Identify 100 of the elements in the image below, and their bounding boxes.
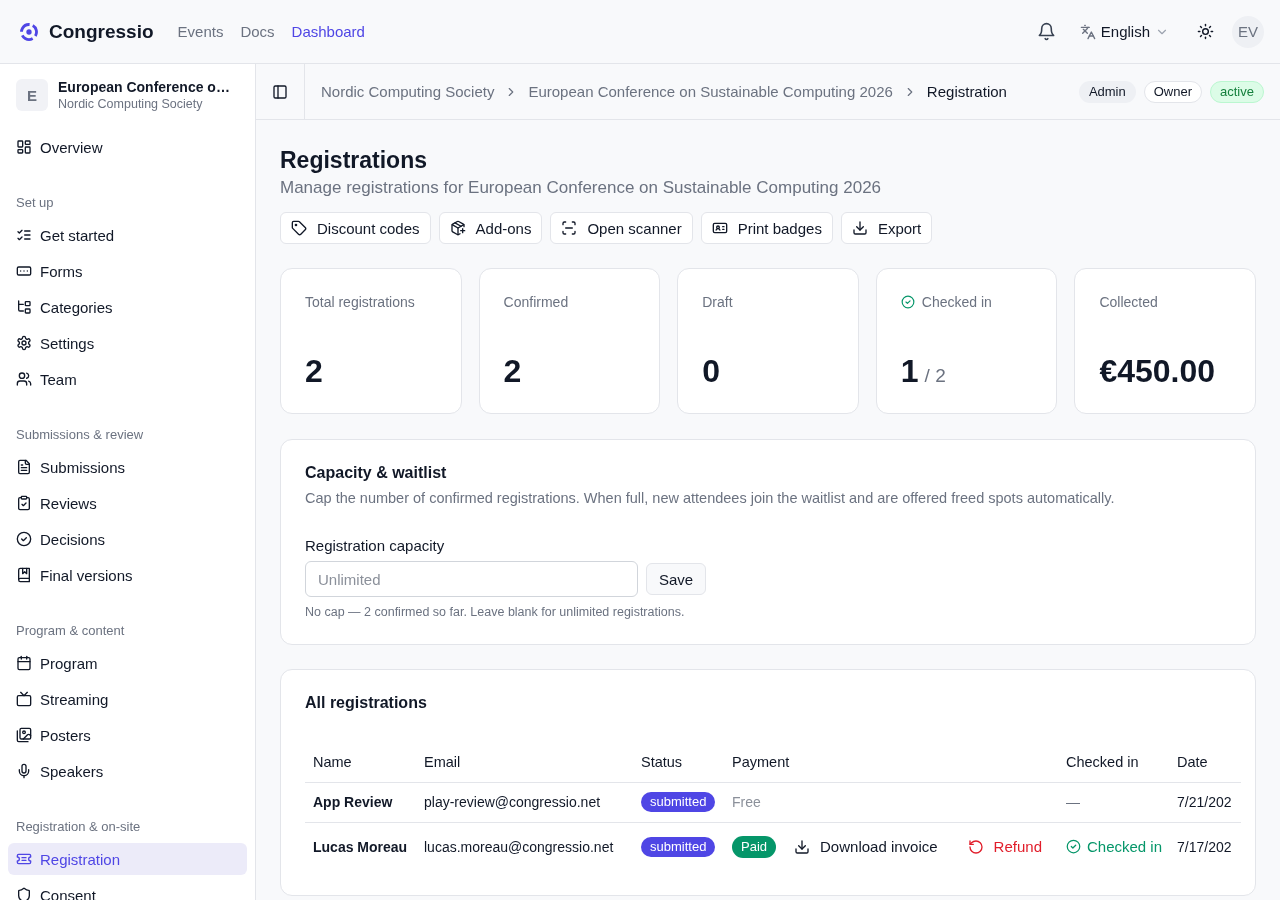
tag-icon [291,220,307,236]
check-circle-icon [16,531,32,547]
page-subtitle: Manage registrations for European Conference on Sustainable Computing 2026 [280,177,883,199]
download-invoice-button[interactable]: Download invoice [784,830,948,863]
undo-arrow-icon [967,838,984,855]
breadcrumb-link[interactable]: Nordic Computing Society [321,83,495,100]
language-select[interactable]: English [1079,23,1169,40]
role-badge: Admin [1078,80,1136,103]
sidebar-item[interactable]: Streaming [8,683,247,715]
download-icon [851,220,868,236]
translate-icon [1079,23,1096,40]
payment-badge: Paid [732,835,777,858]
images-icon [16,727,32,743]
shield-icon [16,887,32,900]
column-header: Date [1169,742,1241,782]
stat-value: 0 [702,353,720,389]
refund-button[interactable]: Refund [957,830,1052,863]
stat-label: Total registrations [305,293,415,312]
capacity-input[interactable]: Unlimited [305,561,638,597]
section-heading: Program & content [15,622,126,640]
field-label: Registration capacity [305,536,446,556]
card-title: All registrations [305,693,428,713]
sidebar-item[interactable]: Consent [8,879,247,900]
table-cell: play-review@congressio.net [416,782,633,822]
stat-total: / 2 [924,365,946,387]
check-in-status: Checked in [1087,838,1163,855]
stat-value: €450.00 [1099,353,1216,389]
package-plus-icon [449,220,466,236]
table-cell: — [1058,782,1169,822]
toolbar-button[interactable]: Add-ons [438,212,543,244]
users-icon [16,371,32,387]
stat-value: 1 [900,353,919,389]
nav-link[interactable]: Events [177,23,224,40]
table-cell: Free [724,782,1058,822]
calendar-icon [16,655,32,671]
breadcrumb-current: Registration [926,83,1007,100]
stat-label: Confirmed [503,293,569,312]
breadcrumb-link[interactable]: European Conference on Sustainable Computing 2026 [528,83,893,100]
sidebar-item[interactable]: Speakers [8,755,247,787]
table-cell: 7/17/202 [1169,822,1241,871]
scan-frame-icon [561,220,578,236]
book-icon [16,567,32,583]
document-icon [16,459,32,475]
section-heading: Registration & on-site [15,818,142,836]
grid-icon [16,139,32,155]
status-badge: active [1210,80,1264,103]
ticket-icon [16,851,32,867]
sidebar-item[interactable]: Forms [8,255,247,287]
sun-icon[interactable] [1197,23,1214,40]
sidebar-item[interactable]: Registration [8,843,247,875]
id-card-icon [711,220,728,236]
column-header: Name [305,742,416,782]
sidebar-item[interactable]: Submissions [8,451,247,483]
nav-link[interactable]: Docs [240,23,275,40]
sidebar-item[interactable]: Final versions [8,559,247,591]
status-badge: submitted [641,792,716,812]
card-title: Capacity & waitlist [305,463,448,483]
stat-label: Collected [1099,293,1158,312]
download-icon [794,838,811,855]
clipboard-check-icon [16,495,32,511]
toolbar-button[interactable]: Open scanner [550,212,693,244]
section-heading: Submissions & review [15,426,145,444]
table-cell: App Review [305,782,416,822]
page-title: Registrations [280,146,428,175]
bell-icon[interactable] [1036,22,1056,41]
stat-value: 2 [305,353,323,389]
dotted-rectangle-icon [16,263,32,279]
table-cell: 7/21/202 [1169,782,1241,822]
sidebar-item[interactable]: Posters [8,719,247,751]
sidebar-item[interactable]: Program [8,647,247,679]
stat-label: Checked in [921,293,992,312]
sidebar-item[interactable]: Overview [8,131,247,163]
stat-value: 2 [503,353,522,389]
sidebar-item[interactable]: Settings [8,327,247,359]
avatar[interactable]: EV [1232,15,1264,48]
table-cell: Lucas Moreau [305,822,416,871]
table-cell: lucas.moreau@congressio.net [416,822,633,871]
sidebar-item[interactable]: Team [8,363,247,395]
status-badge: submitted [641,836,716,857]
tv-icon [16,691,32,707]
sidebar-item[interactable]: Get started [8,219,247,251]
sidebar-item[interactable]: Decisions [8,523,247,555]
toolbar-button[interactable]: Export [840,212,933,244]
stat-label: Draft [702,293,733,312]
role-badge: Owner [1143,80,1203,103]
sidebar-item[interactable]: Reviews [8,487,247,519]
column-header: Checked in [1058,742,1169,782]
brand-name[interactable]: Congressio [49,20,154,43]
toolbar-button[interactable]: Print badges [700,212,833,244]
nav-link[interactable]: Dashboard [291,23,365,40]
save-button[interactable]: Save [646,563,707,595]
help-text: No cap — 2 confirmed so far. Leave blank for unlimited registrations. [305,604,686,620]
settings-icon [16,335,32,351]
event-title: European Conference o… [58,78,230,96]
sidebar-item[interactable]: Categories [8,291,247,323]
checklist-icon [16,227,32,243]
card-description: Cap the number of confirmed registrations. When full, new attendees join the waitlist and are offered freed spots automatically. [305,489,1116,508]
toolbar-button[interactable]: Discount codes [280,212,431,244]
column-header: Status [633,742,724,782]
panel-left-icon[interactable] [272,83,288,100]
